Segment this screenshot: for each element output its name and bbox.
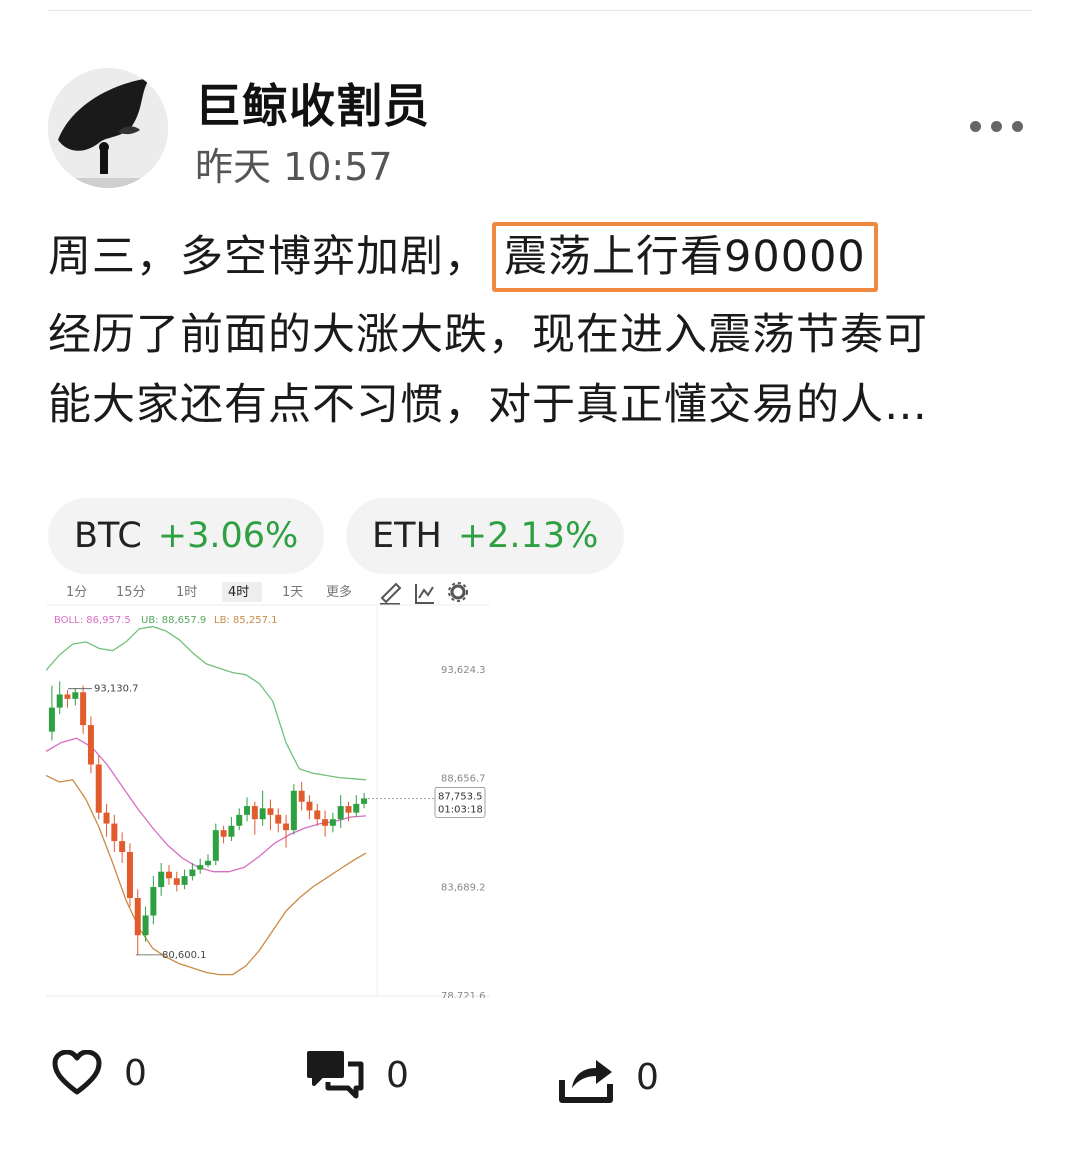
candle-body: [251, 806, 258, 820]
candle-body: [173, 878, 180, 885]
candle-body: [158, 871, 165, 888]
interval-1h[interactable]: 1时: [176, 585, 197, 600]
interval-1m[interactable]: 1分: [66, 585, 87, 600]
candle-body: [95, 764, 102, 813]
candle-body: [197, 865, 204, 870]
candle-body: [87, 725, 94, 765]
y-tick-label: 83,689.2: [441, 882, 486, 893]
interval-4h[interactable]: 4时: [228, 585, 249, 600]
candle-body: [64, 694, 71, 699]
candle-body: [306, 801, 313, 811]
interval-more[interactable]: 更多: [326, 584, 352, 600]
ticker-chip-btc[interactable]: BTC +3.06%: [48, 498, 325, 574]
candle-body: [290, 790, 297, 831]
lower-band-line: [46, 774, 367, 976]
countdown-label: 01:03:18: [438, 804, 483, 815]
dot-icon: [1012, 120, 1023, 132]
draw-icon[interactable]: [380, 582, 402, 605]
lb-label: LB: 85,257.1: [214, 615, 278, 626]
chart-toolbar: 1分 15分 1时 4时 1天 更多: [66, 582, 468, 605]
candle-body: [56, 694, 63, 708]
candlestick-chart: 1分 15分 1时 4时 1天 更多 BOLL: 86,957.5 UB: 88…: [46, 582, 490, 998]
interval-15m[interactable]: 15分: [116, 585, 146, 600]
ticker-symbol: ETH: [372, 516, 442, 556]
candle-body: [126, 852, 133, 898]
candle-body: [189, 869, 196, 877]
avatar[interactable]: [48, 68, 168, 188]
candle-body: [111, 823, 118, 842]
avatar-image: [48, 68, 168, 188]
candle-body: [353, 803, 360, 813]
highlighted-text: 震荡上行看90000: [492, 222, 878, 292]
candle-body: [228, 825, 235, 837]
share-icon: [559, 1060, 613, 1103]
candle-body: [165, 871, 172, 879]
y-tick-label: 88,656.7: [441, 774, 486, 785]
indicator-icon[interactable]: [415, 584, 434, 604]
price-chart[interactable]: 1分 15分 1时 4时 1天 更多 BOLL: 86,957.5 UB: 88…: [46, 576, 490, 998]
interval-1d[interactable]: 1天: [282, 585, 303, 600]
candle-body: [244, 806, 251, 815]
candle-body: [103, 812, 110, 824]
ticker-change: +2.13%: [457, 516, 599, 556]
post-text-line-2: 经历了前面的大涨大跌，现在进入震荡节奏可: [48, 310, 928, 360]
candle-body: [329, 819, 336, 826]
dot-icon: [970, 120, 981, 132]
ticker-change: +3.06%: [157, 516, 299, 556]
comment-icon: [307, 1051, 364, 1099]
post-text-line-1: 周三，多空博弈加剧， 震荡上行看90000: [48, 222, 878, 292]
comment-button[interactable]: 0: [306, 1050, 409, 1100]
post-timestamp: 昨天 10:57: [195, 145, 393, 189]
candle-body: [298, 790, 305, 802]
candle-body: [119, 841, 126, 853]
more-options-button[interactable]: [970, 112, 1034, 140]
candle-body: [72, 692, 79, 699]
candle-body: [314, 810, 321, 820]
indicator-legend: BOLL: 86,957.5 UB: 88,657.9 LB: 85,257.1: [54, 615, 278, 626]
high-price-label: 93,130.7: [94, 684, 139, 695]
username[interactable]: 巨鲸收割员: [195, 70, 430, 136]
candle-body: [80, 692, 87, 726]
middle-band-line: [46, 737, 367, 873]
candle-body: [283, 823, 290, 831]
post-text-prefix: 周三，多空博弈加剧，: [48, 232, 488, 282]
settings-icon[interactable]: [448, 582, 468, 602]
post-text-line-3: 能大家还有点不习惯，对于真正懂交易的人…: [48, 380, 928, 430]
candle-body: [275, 814, 282, 824]
ticker-symbol: BTC: [74, 516, 142, 556]
share-count: 0: [636, 1056, 659, 1098]
like-button[interactable]: 0: [52, 1050, 147, 1096]
candle-body: [322, 819, 329, 826]
dot-icon: [991, 120, 1002, 132]
candle-body: [259, 808, 266, 820]
top-divider: [48, 10, 1032, 11]
candle-body: [205, 860, 211, 866]
like-count: 0: [124, 1052, 147, 1094]
candle-body: [142, 915, 149, 936]
ticker-chip-eth[interactable]: ETH +2.13%: [346, 498, 625, 574]
low-price-label: 80,600.1: [162, 950, 207, 961]
comment-count: 0: [386, 1054, 409, 1096]
candle-body: [337, 806, 344, 820]
action-bar: 0 0 0: [0, 1050, 1080, 1110]
candle-body: [181, 876, 188, 885]
candle-body: [236, 814, 243, 826]
heart-icon: [52, 1050, 102, 1095]
y-tick-label: 93,624.3: [441, 665, 486, 676]
current-price-label: 87,753.5: [438, 791, 483, 802]
boll-label: BOLL: 86,957.5: [54, 615, 131, 626]
y-tick-label: 78,721.6: [441, 991, 486, 998]
candle-body: [361, 798, 368, 804]
upper-band-line: [46, 625, 367, 781]
share-button[interactable]: 0: [558, 1050, 659, 1104]
candle-body: [212, 830, 219, 861]
candle-body: [48, 707, 55, 732]
candle-body: [345, 806, 352, 813]
candle-body: [134, 897, 141, 936]
candle-body: [220, 830, 227, 837]
candle-body: [150, 887, 157, 916]
candle-body: [267, 808, 274, 815]
ub-label: UB: 88,657.9: [141, 615, 206, 626]
